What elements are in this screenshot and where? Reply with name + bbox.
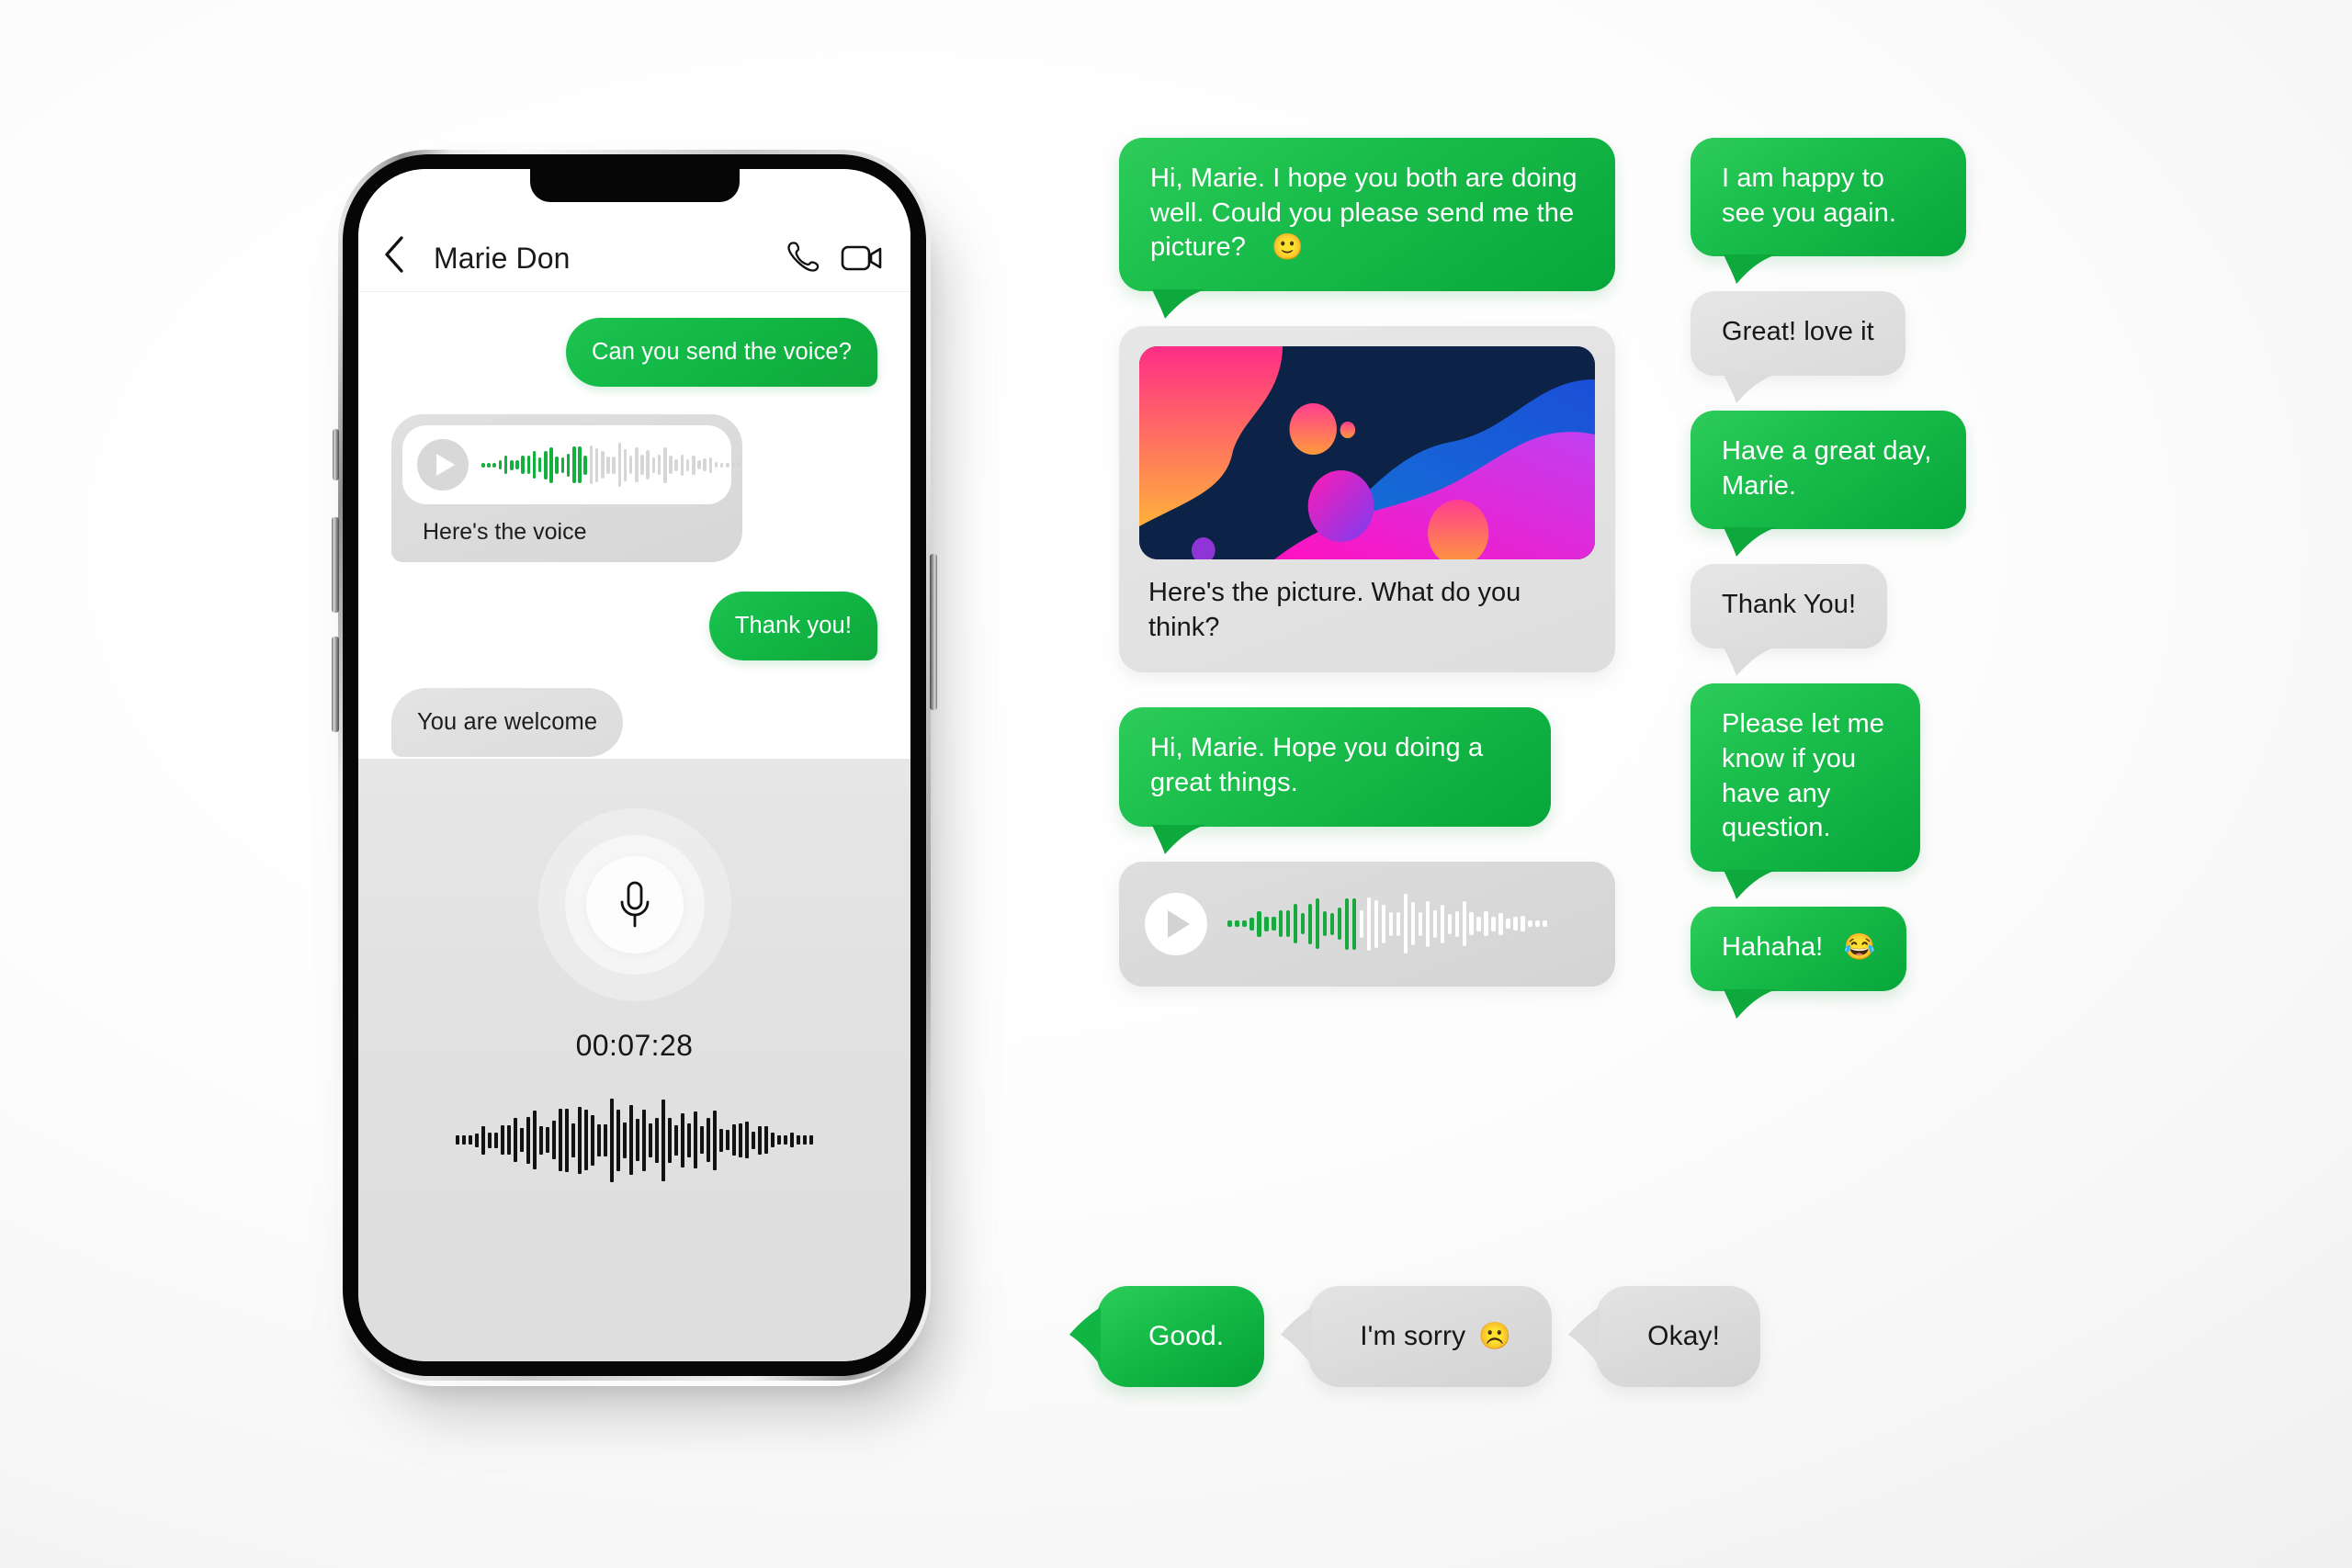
- video-camera-icon[interactable]: [841, 242, 883, 275]
- power-button[interactable]: [930, 554, 937, 710]
- record-button[interactable]: [585, 856, 684, 953]
- bubble-tail: [1069, 1307, 1101, 1366]
- bubble-tail: [1724, 527, 1777, 558]
- waveform: [481, 438, 741, 491]
- quick-reply-chip[interactable]: Okay!: [1568, 1286, 1761, 1387]
- bubble-tail: [1724, 647, 1777, 677]
- message-row: Thank you!: [358, 592, 910, 661]
- bubble-tail: [1724, 254, 1777, 285]
- chevron-left-icon: [385, 236, 403, 273]
- silence-switch[interactable]: [333, 429, 339, 480]
- play-icon[interactable]: [417, 439, 469, 491]
- phone-screen: Marie Don Can you send the voice? Here's…: [358, 169, 910, 1361]
- volume-down-button[interactable]: [332, 637, 339, 732]
- message-row: Can you send the voice?: [358, 318, 910, 388]
- kit-voice-message[interactable]: [1119, 861, 1615, 987]
- play-icon[interactable]: [1145, 892, 1207, 955]
- kit-bubble-text: I am happy to see you again.: [1722, 164, 1897, 228]
- face-with-tears-of-joy-icon: 😂: [1843, 931, 1876, 961]
- bubble-kit: Hi, Marie. I hope you both are doing wel…: [1084, 138, 2278, 1470]
- bubble-tail: [1281, 1307, 1313, 1366]
- kit-bubble-text: Hahaha!: [1722, 931, 1824, 962]
- kit-bubble-text: Please let me know if you have any quest…: [1722, 709, 1884, 843]
- back-button[interactable]: [382, 236, 413, 278]
- kit-column-middle: Hi, Marie. I hope you both are doing wel…: [1119, 138, 1634, 1021]
- chip-label: Okay!: [1647, 1321, 1721, 1351]
- mic-halo-outer: [537, 808, 731, 1001]
- waveform: [1227, 887, 1589, 961]
- phone-notch: [529, 169, 740, 202]
- kit-bubble-text: Hi, Marie. I hope you both are doing wel…: [1150, 164, 1577, 263]
- recording-waveform: [358, 1089, 910, 1190]
- volume-up-button[interactable]: [332, 517, 339, 613]
- slightly-smiling-face-icon: 🙂: [1272, 232, 1304, 262]
- kit-bubble-green[interactable]: Hi, Marie. I hope you both are doing wel…: [1119, 138, 1615, 320]
- microphone-icon: [620, 881, 649, 928]
- kit-bubble-image[interactable]: Here's the picture. What do you think?: [1119, 326, 1615, 673]
- kit-bubble-gray[interactable]: Thank You!: [1690, 564, 1888, 677]
- chip-label: I'm sorry: [1360, 1321, 1466, 1351]
- voice-message-incoming[interactable]: Here's the voice: [391, 414, 742, 563]
- message-row: You are welcome: [358, 688, 910, 758]
- kit-bubble-text: Have a great day, Marie.: [1722, 436, 1932, 501]
- kit-column-right: I am happy to see you again. Great! love…: [1690, 138, 2076, 1026]
- kit-bubble-green[interactable]: Please let me know if you have any quest…: [1690, 683, 1920, 899]
- quick-reply-row: Good. I'm sorry ☹️ Okay!: [1069, 1286, 1761, 1387]
- bubble-tail: [1724, 869, 1777, 899]
- kit-bubble-text: Thank You!: [1722, 590, 1857, 620]
- message-row: Here's the voice: [358, 414, 910, 563]
- kit-bubble-green[interactable]: Hahaha! 😂: [1690, 906, 1907, 1019]
- message-bubble-outgoing[interactable]: Thank you!: [708, 592, 877, 661]
- kit-bubble-text: Great! love it: [1722, 317, 1874, 347]
- voice-recorder-panel: 00:07:28: [358, 759, 910, 1361]
- message-bubble-outgoing[interactable]: Can you send the voice?: [566, 318, 877, 388]
- bubble-tail: [1724, 988, 1777, 1019]
- recording-timer: 00:07:28: [575, 1029, 694, 1062]
- phone-mockup: Marie Don Can you send the voice? Here's…: [332, 150, 937, 1381]
- chat-thread: Can you send the voice? Here's the voice…: [358, 292, 910, 759]
- voice-caption: Here's the voice: [423, 519, 587, 546]
- bubble-tail: [1152, 289, 1205, 320]
- kit-bubble-text: Hi, Marie. Hope you doing a great things…: [1150, 733, 1484, 798]
- mic-halo-inner: [564, 835, 705, 975]
- image-thumbnail[interactable]: [1139, 346, 1595, 560]
- voice-player: [402, 425, 741, 505]
- bubble-tail: [1724, 374, 1777, 404]
- bubble-tail: [1568, 1307, 1600, 1366]
- quick-reply-chip[interactable]: I'm sorry ☹️: [1281, 1286, 1553, 1387]
- header-actions: [784, 238, 883, 278]
- quick-reply-chip[interactable]: Good.: [1069, 1286, 1265, 1387]
- kit-bubble-green[interactable]: I am happy to see you again.: [1690, 138, 1966, 285]
- frowning-face-icon: ☹️: [1478, 1322, 1512, 1351]
- kit-bubble-gray[interactable]: Great! love it: [1690, 291, 1905, 404]
- chip-label: Good.: [1148, 1321, 1225, 1351]
- kit-bubble-green[interactable]: Hi, Marie. Hope you doing a great things…: [1119, 707, 1551, 854]
- message-bubble-incoming[interactable]: You are welcome: [391, 688, 624, 758]
- image-caption: Here's the picture. What do you think?: [1148, 578, 1521, 642]
- bubble-tail: [1152, 824, 1205, 854]
- phone-icon[interactable]: [784, 238, 820, 275]
- kit-bubble-green[interactable]: Have a great day, Marie.: [1690, 411, 1966, 558]
- contact-name: Marie Don: [434, 242, 571, 275]
- abstract-gradient-artwork: [1139, 346, 1595, 560]
